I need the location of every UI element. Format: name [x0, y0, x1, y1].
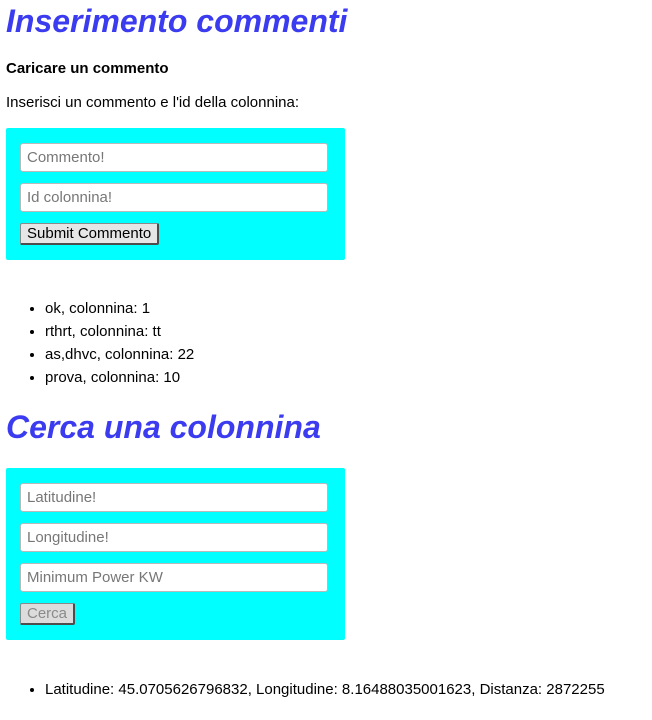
- comments-instructions: Inserisci un commento e l'id della colon…: [6, 94, 300, 111]
- comment-item: prova, colonnina: 10: [45, 366, 194, 389]
- comments-list: ok, colonnina: 1 rthrt, colonnina: tt as…: [0, 297, 194, 389]
- comment-input[interactable]: [20, 143, 328, 172]
- comments-subheading: Caricare un commento: [6, 60, 169, 77]
- longitude-input[interactable]: [20, 523, 328, 552]
- search-result-item: Latitudine: 45.0705626796832, Longitudin…: [45, 678, 605, 701]
- search-form-panel: Cerca: [6, 468, 345, 640]
- comment-form-panel: Submit Commento: [6, 128, 345, 260]
- search-title: Cerca una colonnina: [6, 409, 321, 445]
- station-id-input[interactable]: [20, 183, 328, 212]
- comment-item: rthrt, colonnina: tt: [45, 320, 194, 343]
- latitude-input[interactable]: [20, 483, 328, 512]
- submit-comment-button[interactable]: Submit Commento: [20, 223, 160, 245]
- comments-title: Inserimento commenti: [6, 3, 348, 39]
- comment-item: as,dhvc, colonnina: 22: [45, 343, 194, 366]
- comment-item: ok, colonnina: 1: [45, 297, 194, 320]
- min-power-input[interactable]: [20, 563, 328, 592]
- search-button[interactable]: Cerca: [20, 603, 76, 625]
- search-results-list: Latitudine: 45.0705626796832, Longitudin…: [0, 678, 605, 701]
